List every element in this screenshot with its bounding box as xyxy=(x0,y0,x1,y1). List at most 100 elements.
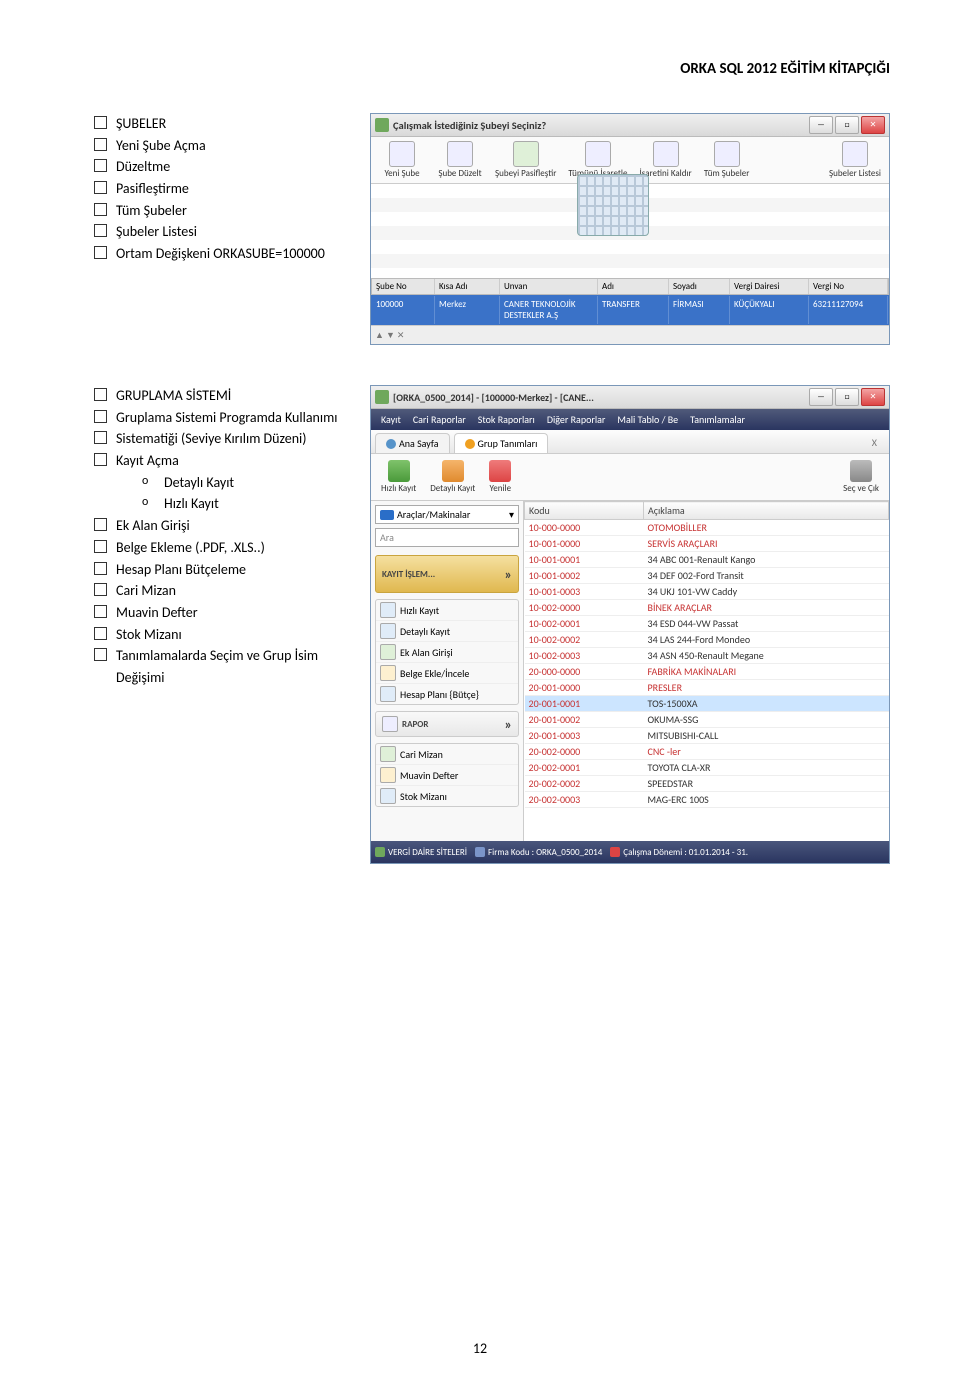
tab-group-defs[interactable]: Grup Tanımları xyxy=(454,433,549,453)
minimize-button[interactable]: — xyxy=(809,116,833,134)
panel-item[interactable]: Detaylı Kayıt xyxy=(376,620,518,641)
detail-record-button[interactable]: Detaylı Kayıt xyxy=(424,458,481,496)
table-row[interactable]: 10-002-000334 ASN 450-Renault Megane xyxy=(525,648,889,664)
chevron-icon: » xyxy=(504,566,512,583)
data-grid: KoduAçıklama 10-000-0000OTOMOBİLLER10-00… xyxy=(524,501,889,841)
side-panel: Araçlar/Makinalar▾ Ara KAYIT İŞLEM...» H… xyxy=(371,501,524,841)
close-button[interactable]: ✕ xyxy=(861,116,885,134)
table-row[interactable]: 20-001-0001TOS-1500XA xyxy=(525,696,889,712)
list-item: Düzeltme xyxy=(90,156,350,178)
table-row[interactable]: 10-001-000334 UKJ 101-VW Caddy xyxy=(525,584,889,600)
field-icon xyxy=(380,644,396,660)
search-input[interactable]: Ara xyxy=(375,528,519,547)
col-kodu[interactable]: Kodu xyxy=(525,502,644,520)
edit-branch-button[interactable]: Şube Düzelt xyxy=(431,139,489,181)
app-icon xyxy=(375,390,389,404)
category-combo[interactable]: Araçlar/Makinalar▾ xyxy=(375,505,519,524)
menu-item[interactable]: Mali Tablo / Be xyxy=(613,412,682,427)
tab-home[interactable]: Ana Sayfa xyxy=(375,433,450,453)
table-row[interactable]: 20-002-0003MAG-ERC 100S xyxy=(525,792,889,808)
menu-bar[interactable]: Kayıt Cari Raporlar Stok Raporları Diğer… xyxy=(371,409,889,430)
all-branches-button[interactable]: Tüm Şubeler xyxy=(698,139,756,181)
table-row[interactable]: 20-001-0003MITSUBISHI-CALL xyxy=(525,728,889,744)
building-illustration xyxy=(577,174,649,236)
table-row[interactable]: 10-001-000134 ABC 001-Renault Kango xyxy=(525,552,889,568)
list-heading: ŞUBELER xyxy=(90,113,350,135)
maximize-button[interactable]: □ xyxy=(835,388,859,406)
table-row[interactable]: 10-002-000134 ESD 044-VW Passat xyxy=(525,616,889,632)
report-panel: Cari Mizan Muavin Defter Stok Mizanı xyxy=(375,743,519,807)
passivate-branch-button[interactable]: Şubeyi Pasifleştir xyxy=(489,139,562,181)
tab-close-button[interactable]: X xyxy=(866,433,883,453)
table-row[interactable]: 10-000-0000OTOMOBİLLER xyxy=(525,520,889,536)
attach-icon xyxy=(380,665,396,681)
report-item-icon xyxy=(380,767,396,783)
minimize-button[interactable]: — xyxy=(809,388,833,406)
grid-row-selected[interactable]: 100000 Merkez CANER TEKNOLOJİK DESTEKLER… xyxy=(371,295,889,325)
table-row[interactable]: 20-002-0001TOYOTA CLA-XR xyxy=(525,760,889,776)
menu-item[interactable]: Tanımlamalar xyxy=(686,412,749,427)
record-ops-header[interactable]: KAYIT İŞLEM...» xyxy=(375,555,519,593)
quick-record-button[interactable]: Hızlı Kayıt xyxy=(375,458,422,496)
table-row[interactable]: 20-000-0000FABRİKA MAKİNALARI xyxy=(525,664,889,680)
list-subeler: ŞUBELER Yeni Şube Açma Düzeltme Pasifleş… xyxy=(90,113,350,265)
list-gruplama: GRUPLAMA SİSTEMİ Gruplama Sistemi Progra… xyxy=(90,385,350,689)
sub-toolbar: Hızlı Kayıt Detaylı Kayıt Yenile Seç ve … xyxy=(371,454,889,501)
list-subitem: Detaylı Kayıt xyxy=(142,472,350,494)
window-title: Çalışmak İstediğiniz Şubeyi Seçiniz? xyxy=(393,119,809,132)
group-icon xyxy=(465,439,475,449)
panel-item[interactable]: Belge Ekle/İncele xyxy=(376,662,518,683)
record-ops-panel: Hızlı Kayıt Detaylı Kayıt Ek Alan Girişi… xyxy=(375,599,519,705)
table-row[interactable]: 10-002-0000BİNEK ARAÇLAR xyxy=(525,600,889,616)
list-item: Cari Mizan xyxy=(90,580,350,602)
table-row[interactable]: 10-002-000234 LAS 244-Ford Mondeo xyxy=(525,632,889,648)
list-item: Gruplama Sistemi Programda Kullanımı xyxy=(90,407,350,429)
report-header[interactable]: RAPOR » xyxy=(375,711,519,737)
list-subitem: Hızlı Kayıt xyxy=(142,493,350,515)
table-row[interactable]: 20-002-0002SPEEDSTAR xyxy=(525,776,889,792)
panel-item[interactable]: Hesap Planı {Bütçe} xyxy=(376,683,518,704)
list-item: Kayıt Açma Detaylı Kayıt Hızlı Kayıt xyxy=(90,450,350,515)
maximize-button[interactable]: □ xyxy=(835,116,859,134)
company-code-label: Firma Kodu : ORKA_0500_2014 xyxy=(475,847,602,858)
table-row[interactable]: 10-001-000234 DEF 002-Ford Transit xyxy=(525,568,889,584)
grid-header: Şube No Kısa Adı Unvan Adı Soyadı Vergi … xyxy=(371,278,889,295)
col-aciklama[interactable]: Açıklama xyxy=(644,502,889,520)
table-row[interactable]: 20-002-0000CNC -ler xyxy=(525,744,889,760)
panel-item[interactable]: Muavin Defter xyxy=(376,764,518,785)
list-item: Şubeler Listesi xyxy=(90,221,350,243)
status-bar: ▲ ▼ ✕ xyxy=(371,325,889,344)
refresh-icon xyxy=(386,439,396,449)
menu-item[interactable]: Stok Raporları xyxy=(474,412,539,427)
table-row[interactable]: 20-001-0000PRESLER xyxy=(525,680,889,696)
menu-item[interactable]: Kayıt xyxy=(377,412,405,427)
report-item-icon xyxy=(380,788,396,804)
bottom-status-bar: VERGİ DAİRE SİTELERİ Firma Kodu : ORKA_0… xyxy=(371,841,889,863)
menu-item[interactable]: Cari Raporlar xyxy=(409,412,470,427)
tax-sites-link[interactable]: VERGİ DAİRE SİTELERİ xyxy=(375,847,467,858)
menu-item[interactable]: Diğer Raporlar xyxy=(543,412,610,427)
report-item-icon xyxy=(380,746,396,762)
tab-bar: Ana Sayfa Grup Tanımları X xyxy=(371,430,889,454)
table-row[interactable]: 10-001-0000SERVİS ARAÇLARI xyxy=(525,536,889,552)
panel-item[interactable]: Hızlı Kayıt xyxy=(376,600,518,620)
panel-item[interactable]: Cari Mizan xyxy=(376,744,518,764)
branch-list-button[interactable]: Şubeler Listesi xyxy=(823,139,887,181)
list-item: Muavin Defter xyxy=(90,602,350,624)
page-header: ORKA SQL 2012 EĞİTİM KİTAPÇIĞI xyxy=(90,60,890,78)
new-branch-button[interactable]: Yeni Şube xyxy=(373,139,431,181)
refresh-button[interactable]: Yenile xyxy=(483,458,517,496)
select-exit-button[interactable]: Seç ve Çık xyxy=(837,458,885,496)
work-period-label: Çalışma Dönemi : 01.01.2014 - 31. xyxy=(610,847,748,858)
list-item: Ortam Değişkeni ORKASUBE=100000 xyxy=(90,243,350,265)
list-item: Belge Ekleme (.PDF, .XLS..) xyxy=(90,537,350,559)
report-icon xyxy=(382,716,398,732)
list-item: Yeni Şube Açma xyxy=(90,135,350,157)
panel-item[interactable]: Stok Mizanı xyxy=(376,785,518,806)
page-number: 12 xyxy=(0,1340,960,1357)
panel-item[interactable]: Ek Alan Girişi xyxy=(376,641,518,662)
close-button[interactable]: ✕ xyxy=(861,388,885,406)
list-item: Tüm Şubeler xyxy=(90,200,350,222)
list-item: Sistematiği (Seviye Kırılım Düzeni) xyxy=(90,428,350,450)
table-row[interactable]: 20-001-0002OKUMA-SSG xyxy=(525,712,889,728)
